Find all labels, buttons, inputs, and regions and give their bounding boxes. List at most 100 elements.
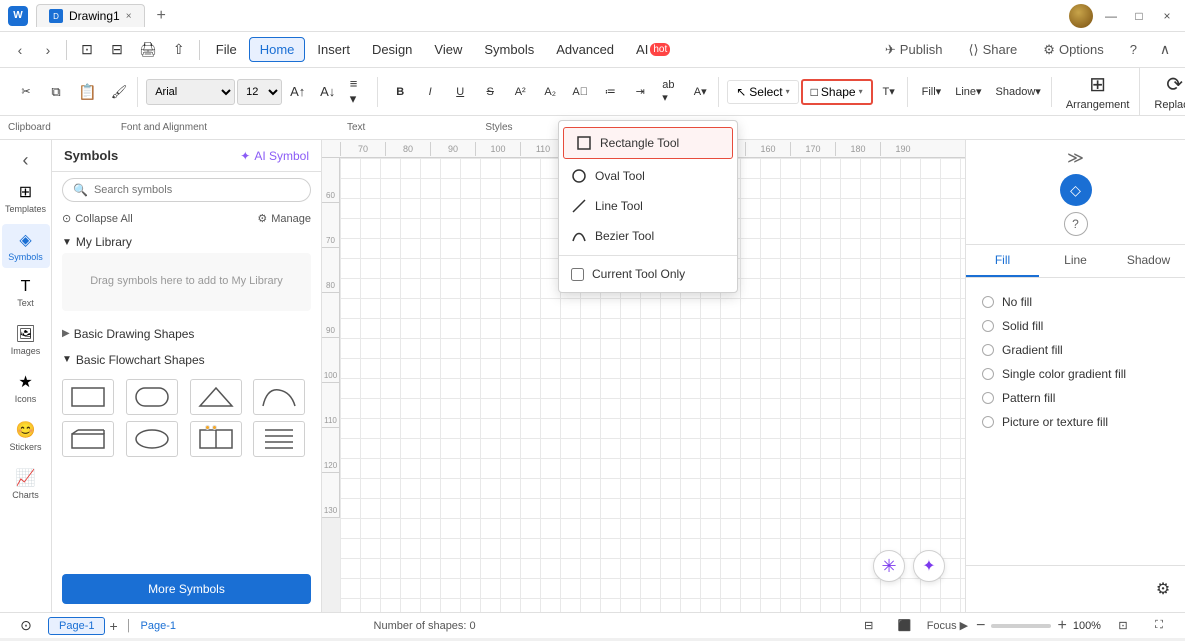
ai-assist-button[interactable]: ✦	[913, 550, 945, 582]
tab-line[interactable]: Line	[1039, 245, 1112, 277]
sidebar-item-images[interactable]: 🖼 Images	[2, 318, 50, 362]
collapse-all-button[interactable]: ⊙ Collapse All	[62, 212, 133, 225]
sidebar-item-stickers[interactable]: 😊 Stickers	[2, 414, 50, 458]
panel-settings-btn[interactable]: ⚙	[1149, 574, 1177, 604]
maximize-button[interactable]: □	[1129, 6, 1149, 26]
nav-forward-button[interactable]: ›	[36, 38, 60, 62]
shadow-button[interactable]: Shadow ▾	[990, 77, 1047, 107]
fill-gradient-radio[interactable]	[982, 344, 994, 356]
sidebar-item-symbols[interactable]: ◈ Symbols	[2, 224, 50, 268]
clear-format-btn[interactable]: A⃝	[566, 77, 594, 107]
fill-option-none[interactable]: No fill	[978, 290, 1173, 314]
decrease-font-btn[interactable]: A↓	[314, 77, 342, 107]
line-tool-item[interactable]: Line Tool	[559, 191, 737, 221]
flowchart-shape-3[interactable]	[190, 379, 242, 415]
sidebar-item-charts[interactable]: 📈 Charts	[2, 462, 50, 506]
fill-single-gradient-radio[interactable]	[982, 368, 994, 380]
tab-drawing1[interactable]: D Drawing1 ×	[36, 4, 145, 27]
menu-home[interactable]: Home	[249, 37, 306, 62]
new-tab-button[interactable]: +	[157, 7, 166, 25]
add-page-button[interactable]: +	[109, 618, 117, 634]
my-library-header[interactable]: ▼ My Library	[62, 235, 311, 249]
paste-button[interactable]: 📋	[72, 77, 103, 107]
flowchart-shape-1[interactable]	[62, 379, 114, 415]
zoom-slider[interactable]	[991, 624, 1051, 628]
list-btn[interactable]: ≔	[596, 77, 624, 107]
current-tool-checkbox[interactable]	[571, 268, 584, 281]
flowchart-shape-2[interactable]	[126, 379, 178, 415]
flowchart-shape-4[interactable]	[253, 379, 305, 415]
print-btn[interactable]: 🖨	[133, 35, 163, 65]
options-button[interactable]: ⚙ Options	[1033, 38, 1113, 62]
tab-fill[interactable]: Fill	[966, 245, 1039, 277]
oval-tool-item[interactable]: Oval Tool	[559, 161, 737, 191]
font-name-select[interactable]: Arial	[146, 79, 235, 105]
publish-button[interactable]: ✈ Publish	[875, 38, 953, 62]
select-button[interactable]: ↖ Select ▾	[727, 80, 798, 104]
expand-ribbon-btn[interactable]: ∧	[1153, 38, 1177, 62]
current-tool-only-item[interactable]: Current Tool Only	[559, 260, 737, 288]
export-btn[interactable]: ⊟	[103, 35, 131, 65]
fill-button[interactable]: Fill ▾	[916, 77, 948, 107]
menu-advanced[interactable]: Advanced	[546, 38, 624, 61]
bezier-tool-item[interactable]: Bezier Tool	[559, 221, 737, 251]
strikethrough-button[interactable]: S	[476, 77, 504, 107]
tab-shadow[interactable]: Shadow	[1112, 245, 1185, 277]
fill-option-picture[interactable]: Picture or texture fill	[978, 410, 1173, 434]
fit-screen-btn[interactable]: ⊡	[1109, 611, 1137, 641]
rectangle-tool-item[interactable]: Rectangle Tool	[563, 127, 733, 159]
sidebar-collapse-btn[interactable]: ‹	[14, 148, 38, 172]
increase-font-btn[interactable]: A↑	[284, 77, 312, 107]
bold-button[interactable]: B	[386, 77, 414, 107]
share-doc-btn[interactable]: ⇧	[165, 35, 193, 65]
flowchart-shape-5[interactable]	[62, 421, 114, 457]
right-panel-help-btn[interactable]: ?	[1064, 212, 1088, 236]
page-tab-1[interactable]: Page-1	[48, 617, 105, 635]
flowchart-shape-8[interactable]	[253, 421, 305, 457]
format-painter-button[interactable]: 🖌	[105, 77, 134, 107]
right-panel-main-icon[interactable]: ◇	[1060, 174, 1092, 206]
italic-button[interactable]: I	[416, 77, 444, 107]
menu-ai[interactable]: AIhot	[626, 38, 680, 61]
flowchart-shape-6[interactable]	[126, 421, 178, 457]
more-symbols-button[interactable]: More Symbols	[62, 574, 311, 604]
font-size-select[interactable]: 12	[237, 79, 282, 105]
right-panel-expand[interactable]: ≫	[1067, 148, 1084, 168]
fill-option-single-gradient[interactable]: Single color gradient fill	[978, 362, 1173, 386]
sidebar-item-icons[interactable]: ★ Icons	[2, 366, 50, 410]
fill-solid-radio[interactable]	[982, 320, 994, 332]
subscript-btn[interactable]: A₂	[536, 77, 564, 107]
fill-picture-radio[interactable]	[982, 416, 994, 428]
close-button[interactable]: ×	[1157, 6, 1177, 26]
superscript-btn[interactable]: A²	[506, 77, 534, 107]
zoom-out-button[interactable]: −	[976, 617, 985, 635]
flowchart-shape-7[interactable]	[190, 421, 242, 457]
line-button[interactable]: Line ▾	[949, 77, 987, 107]
align-btn[interactable]: ≡ ▾	[344, 77, 374, 107]
basic-drawing-section[interactable]: ▶ Basic Drawing Shapes	[52, 321, 321, 347]
indent-btn[interactable]: ⇥	[626, 77, 654, 107]
focus-button[interactable]: Focus ▶	[927, 619, 968, 632]
ai-symbol-button[interactable]: ✦ AI Symbol	[240, 149, 309, 163]
basic-flowchart-header[interactable]: ▼ Basic Flowchart Shapes	[52, 347, 321, 373]
nav-back-button[interactable]: ‹	[8, 38, 32, 62]
menu-symbols[interactable]: Symbols	[474, 38, 544, 61]
fill-option-solid[interactable]: Solid fill	[978, 314, 1173, 338]
menu-design[interactable]: Design	[362, 38, 422, 61]
arrangement-button[interactable]: ⊞ Arrangement	[1060, 68, 1136, 115]
menu-view[interactable]: View	[424, 38, 472, 61]
fill-option-gradient[interactable]: Gradient fill	[978, 338, 1173, 362]
sidebar-item-text[interactable]: T Text	[2, 272, 50, 314]
fill-option-pattern[interactable]: Pattern fill	[978, 386, 1173, 410]
underline-button[interactable]: U	[446, 77, 474, 107]
text-button[interactable]: T▾	[875, 77, 903, 107]
share-button[interactable]: ⟨⟩ Share	[958, 38, 1027, 62]
sparkle-button[interactable]: ✳	[873, 550, 905, 582]
sidebar-item-templates[interactable]: ⊞ Templates	[2, 176, 50, 220]
statusbar-icon-btn[interactable]: ⊙	[12, 611, 40, 641]
menu-insert[interactable]: Insert	[307, 38, 360, 61]
cut-button[interactable]: ✂	[12, 77, 40, 107]
text-style-btn[interactable]: ab ▾	[656, 77, 684, 107]
menu-file[interactable]: File	[206, 38, 247, 61]
minimize-button[interactable]: —	[1101, 6, 1121, 26]
